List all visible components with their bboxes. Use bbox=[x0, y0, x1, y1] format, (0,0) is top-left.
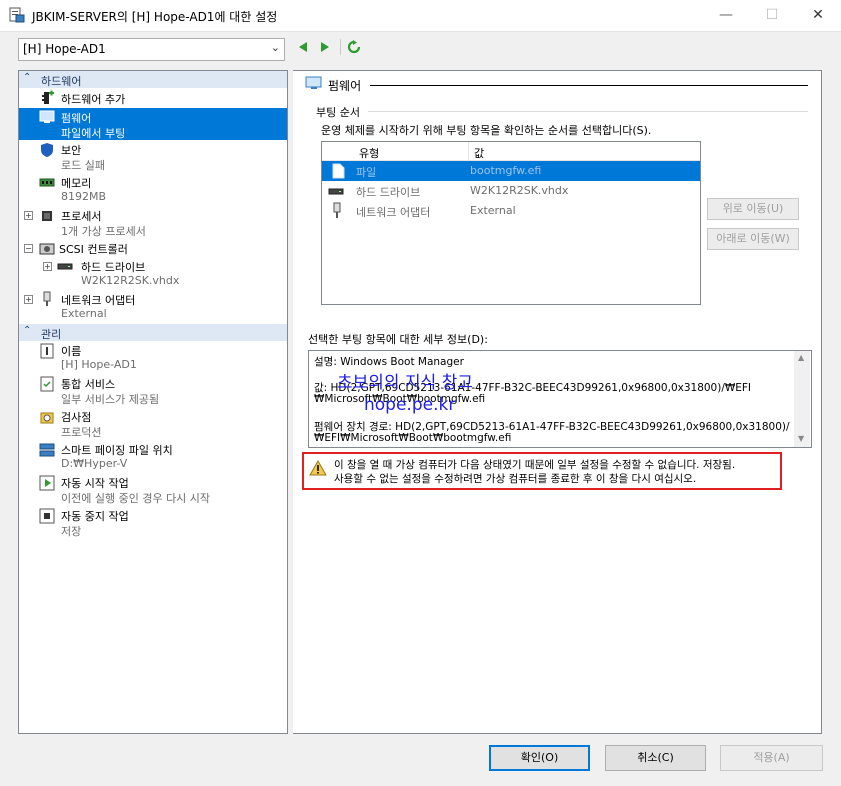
boot-entry-hard-drive[interactable]: 하드 드라이브 W2K12R2SK.vhdx bbox=[322, 181, 700, 201]
move-down-button[interactable]: 아래로 이동(W) bbox=[707, 228, 799, 250]
tree-item-auto-start[interactable]: 자동 시작 작업 이전에 실행 중인 경우 다시 시작 bbox=[19, 474, 287, 506]
collapse-icon[interactable]: − bbox=[24, 244, 33, 253]
column-value-header[interactable]: 값 bbox=[474, 145, 484, 161]
network-adapter-icon bbox=[333, 202, 341, 218]
tree-item-integration-services[interactable]: 통합 서비스 일부 서비스가 제공됨 bbox=[19, 375, 287, 407]
details-description: 설명: Windows Boot Manager bbox=[314, 356, 464, 368]
column-divider bbox=[468, 142, 469, 160]
details-label: 선택한 부팅 항목에 대한 세부 정보(D): bbox=[308, 333, 488, 346]
shield-icon bbox=[41, 143, 53, 157]
tree-item-processor[interactable]: + 프로세서 1개 가상 프로세서 bbox=[19, 207, 287, 239]
vm-selector-value: [H] Hope-AD1 bbox=[23, 42, 106, 56]
tree-item-auto-stop[interactable]: 자동 중지 작업 저장 bbox=[19, 507, 287, 539]
tree-item-firmware[interactable]: 펌웨어 파일에서 부팅 bbox=[19, 108, 287, 140]
toolbar-separator bbox=[340, 39, 341, 55]
tree-item-add-hardware[interactable]: 하드웨어 추가 bbox=[19, 89, 287, 107]
collapse-chevron-icon: ⌃ bbox=[23, 72, 32, 83]
memory-icon bbox=[39, 178, 55, 187]
processor-icon bbox=[42, 211, 52, 221]
scsi-controller-icon bbox=[39, 243, 55, 255]
warning-box: 이 창을 열 때 가상 컴퓨터가 다음 상태였기 때문에 일부 설정을 수정할 … bbox=[302, 452, 782, 490]
maximize-button[interactable]: ☐ bbox=[749, 0, 795, 31]
tree-item-security[interactable]: 보안 로드 실패 bbox=[19, 141, 287, 173]
hardware-category[interactable]: ⌃ 하드웨어 bbox=[19, 71, 287, 88]
forward-arrow-icon[interactable] bbox=[319, 41, 331, 53]
watermark-title: 초보의의 지식 창고 bbox=[337, 373, 473, 393]
section-title: 펌웨어 bbox=[328, 79, 362, 93]
group-divider bbox=[368, 111, 808, 112]
window-title: JBKIM-SERVER의 [H] Hope-AD1에 대한 설정 bbox=[32, 10, 278, 24]
apply-button[interactable]: 적용(A) bbox=[720, 745, 823, 771]
expand-icon[interactable]: + bbox=[24, 211, 33, 220]
header-divider bbox=[370, 85, 808, 86]
back-arrow-icon[interactable] bbox=[297, 41, 309, 53]
collapse-chevron-icon: ⌃ bbox=[23, 325, 32, 336]
firmware-header-icon bbox=[305, 76, 322, 89]
warning-line-1: 이 창을 열 때 가상 컴퓨터가 다음 상태였기 때문에 일부 설정을 수정할 … bbox=[334, 459, 736, 471]
tree-item-name[interactable]: 이름 [H] Hope-AD1 bbox=[19, 342, 287, 374]
expand-icon[interactable]: + bbox=[43, 262, 52, 271]
add-hardware-icon bbox=[42, 90, 54, 104]
refresh-icon[interactable] bbox=[347, 40, 361, 54]
name-icon bbox=[40, 343, 54, 359]
settings-app-icon bbox=[9, 7, 25, 23]
settings-tree: ⌃ 하드웨어 하드웨어 추가 펌웨어 파일에서 부팅 보안 로드 실패 메모리 … bbox=[18, 70, 288, 734]
firmware-icon bbox=[39, 110, 55, 123]
boot-entry-file[interactable]: 파일 bootmgfw.efi bbox=[322, 161, 700, 181]
tree-item-smart-paging[interactable]: 스마트 페이징 파일 위치 D:₩Hyper-V bbox=[19, 441, 287, 473]
scroll-up-icon[interactable]: ▲ bbox=[798, 353, 804, 362]
smart-paging-icon bbox=[39, 443, 55, 457]
close-button[interactable]: ✕ bbox=[795, 0, 841, 31]
tree-item-hard-drive[interactable]: + 하드 드라이브 W2K12R2SK.vhdx bbox=[19, 258, 287, 290]
vm-selector[interactable]: [H] Hope-AD1 ⌄ bbox=[18, 38, 285, 61]
tree-item-memory[interactable]: 메모리 8192MB bbox=[19, 174, 287, 206]
warning-icon bbox=[309, 460, 327, 476]
move-up-button[interactable]: 위로 이동(U) bbox=[707, 198, 799, 220]
hard-drive-icon bbox=[328, 188, 344, 195]
auto-stop-icon bbox=[39, 508, 55, 524]
expand-icon[interactable]: + bbox=[24, 295, 33, 304]
integration-services-icon bbox=[40, 376, 54, 392]
auto-start-icon bbox=[39, 475, 55, 491]
ok-button[interactable]: 확인(O) bbox=[489, 745, 590, 771]
watermark-url: hope.pe.kr bbox=[364, 395, 456, 415]
title-bar: JBKIM-SERVER의 [H] Hope-AD1에 대한 설정 — ☐ ✕ bbox=[0, 0, 841, 32]
boot-entry-network-adapter[interactable]: 네트워크 어댑터 External bbox=[322, 201, 700, 221]
tree-item-checkpoints[interactable]: 검사점 프로덕션 bbox=[19, 408, 287, 440]
file-icon bbox=[332, 163, 345, 179]
hard-drive-icon bbox=[57, 263, 73, 270]
boot-list-header: 유형 값 bbox=[322, 142, 700, 161]
column-type-header[interactable]: 유형 bbox=[359, 145, 379, 161]
details-scrollbar[interactable]: ▲ ▼ bbox=[794, 351, 810, 447]
details-path-line2: ₩EFI₩Microsoft₩Boot₩bootmgfw.efi bbox=[314, 432, 512, 444]
network-adapter-icon bbox=[43, 291, 51, 306]
boot-order-description: 운영 체제를 시작하기 위해 부팅 항목을 확인하는 순서를 선택합니다(S). bbox=[321, 124, 652, 137]
cancel-button[interactable]: 취소(C) bbox=[605, 745, 706, 771]
management-category[interactable]: ⌃ 관리 bbox=[19, 324, 287, 341]
scroll-down-icon[interactable]: ▼ bbox=[798, 434, 804, 443]
boot-order-list[interactable]: 유형 값 파일 bootmgfw.efi 하드 드라이브 W2K12R2SK.v… bbox=[321, 141, 701, 305]
warning-line-2: 사용할 수 없는 설정을 수정하려면 가상 컴퓨터를 종료한 후 이 창을 다시… bbox=[334, 473, 697, 485]
minimize-button[interactable]: — bbox=[703, 0, 749, 31]
checkpoint-icon bbox=[40, 412, 54, 424]
tree-item-scsi-controller[interactable]: − SCSI 컨트롤러 bbox=[19, 240, 287, 257]
tree-item-network-adapter[interactable]: + 네트워크 어댑터 External bbox=[19, 291, 287, 323]
chevron-down-icon: ⌄ bbox=[270, 41, 280, 54]
boot-order-group-title: 부팅 순서 bbox=[316, 106, 360, 119]
